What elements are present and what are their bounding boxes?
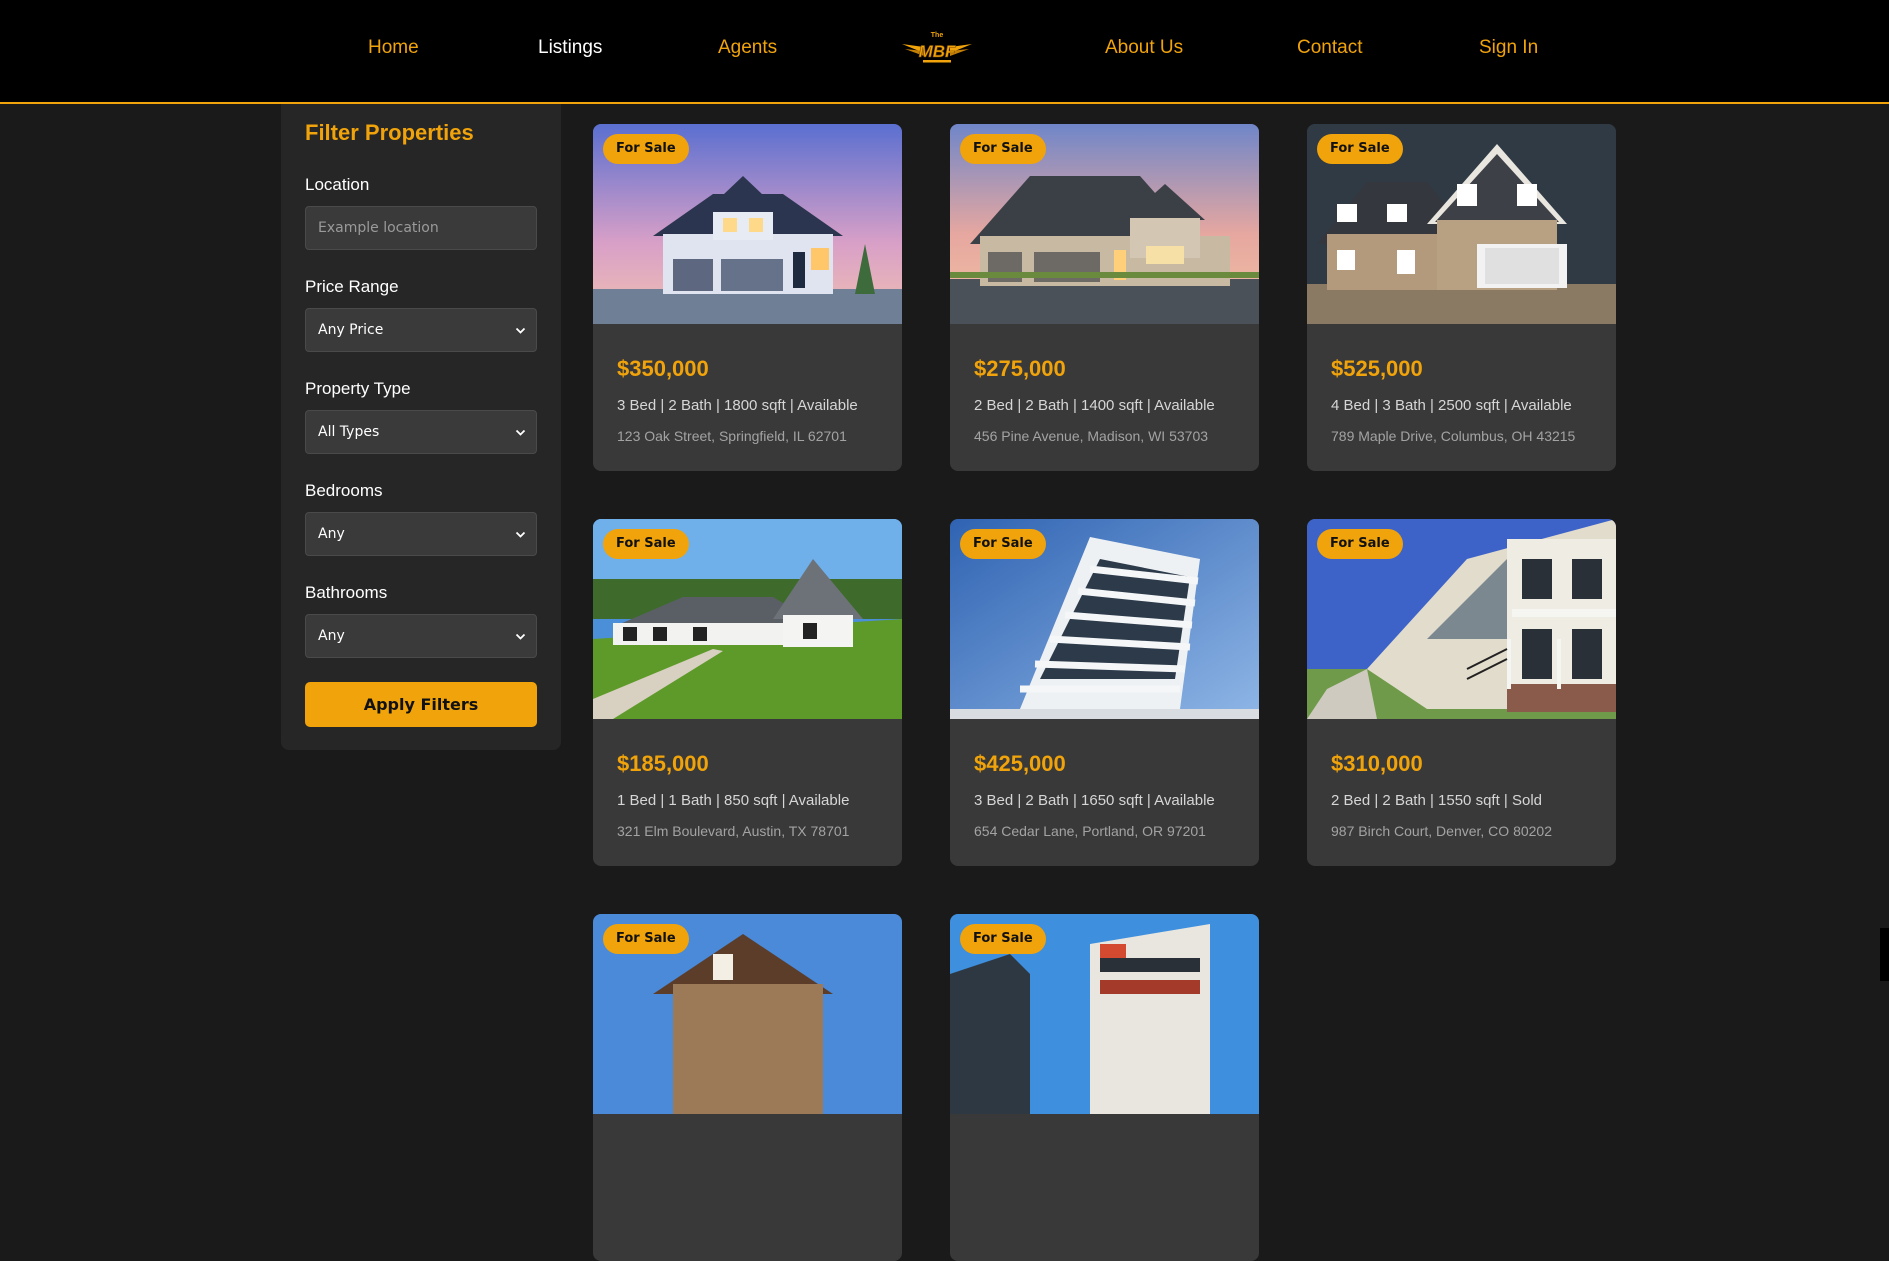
listing-details: 4 Bed | 3 Bath | 2500 sqft | Available [1331, 397, 1572, 414]
listing-address: 456 Pine Avenue, Madison, WI 53703 [974, 428, 1209, 444]
chevron-down-icon [515, 327, 526, 334]
location-input[interactable] [305, 206, 537, 250]
sale-status-badge: For Sale [603, 529, 689, 559]
listing-card[interactable]: For Sale [950, 914, 1259, 1261]
listing-address: 654 Cedar Lane, Portland, OR 97201 [974, 823, 1206, 839]
listing-price: $185,000 [617, 751, 709, 776]
apply-filters-button[interactable]: Apply Filters [305, 682, 537, 727]
nav-link-sign-in[interactable]: Sign In [1479, 37, 1538, 59]
filter-sidebar: Filter Properties Location Price Range A… [281, 104, 561, 750]
price-range-value: Any Price [318, 322, 384, 338]
chevron-down-icon [515, 429, 526, 436]
top-navigation-bar: Home Listings Agents The MBF About Us Co… [0, 0, 1889, 104]
bathrooms-select[interactable]: Any [305, 614, 537, 658]
nav-link-agents[interactable]: Agents [718, 37, 777, 59]
sale-status-badge: For Sale [1317, 134, 1403, 164]
listing-card[interactable]: For Sale $275,000 2 Bed | 2 Bath | 1400 … [950, 124, 1259, 471]
nav-link-contact[interactable]: Contact [1297, 37, 1362, 59]
listing-address: 321 Elm Boulevard, Austin, TX 78701 [617, 823, 850, 839]
chevron-down-icon [515, 531, 526, 538]
listing-details: 3 Bed | 2 Bath | 1650 sqft | Available [974, 792, 1215, 809]
listing-details: 2 Bed | 2 Bath | 1400 sqft | Available [974, 397, 1215, 414]
listing-card[interactable]: For Sale $525,000 4 Bed | 3 Bath | 2500 … [1307, 124, 1616, 471]
listing-price: $275,000 [974, 356, 1066, 381]
bathrooms-value: Any [318, 628, 345, 644]
sale-status-badge: For Sale [603, 134, 689, 164]
listing-details: 3 Bed | 2 Bath | 1800 sqft | Available [617, 397, 858, 414]
location-label: Location [305, 175, 370, 194]
nav-link-about-us[interactable]: About Us [1105, 37, 1183, 59]
listing-card[interactable]: For Sale $185,000 1 Bed | 1 Bath | 850 s… [593, 519, 902, 866]
svg-text:MBF: MBF [919, 42, 956, 61]
sale-status-badge: For Sale [1317, 529, 1403, 559]
listing-details: 2 Bed | 2 Bath | 1550 sqft | Sold [1331, 792, 1542, 809]
listing-address: 789 Maple Drive, Columbus, OH 43215 [1331, 428, 1576, 444]
svg-text:The: The [931, 32, 944, 39]
chevron-down-icon [515, 633, 526, 640]
listing-card[interactable]: For Sale $350,000 3 Bed | 2 Bath | 1800 … [593, 124, 902, 471]
sale-status-badge: For Sale [603, 924, 689, 954]
listing-card[interactable]: For Sale $425,000 3 Bed | 2 Bath | 1650 … [950, 519, 1259, 866]
bedrooms-value: Any [318, 526, 345, 542]
price-range-select[interactable]: Any Price [305, 308, 537, 352]
listing-address: 987 Birch Court, Denver, CO 80202 [1331, 823, 1553, 839]
brand-logo[interactable]: The MBF [900, 28, 974, 68]
price-range-label: Price Range [305, 277, 399, 296]
property-type-value: All Types [318, 424, 380, 440]
filter-title: Filter Properties [305, 120, 474, 145]
listing-price: $525,000 [1331, 356, 1423, 381]
sale-status-badge: For Sale [960, 134, 1046, 164]
listing-price: $425,000 [974, 751, 1066, 776]
mbf-logo-icon: The MBF [902, 32, 972, 63]
bedrooms-select[interactable]: Any [305, 512, 537, 556]
nav-link-listings[interactable]: Listings [538, 37, 602, 59]
listing-details: 1 Bed | 1 Bath | 850 sqft | Available [617, 792, 850, 809]
bedrooms-label: Bedrooms [305, 481, 383, 500]
listing-address: 123 Oak Street, Springfield, IL 62701 [617, 428, 847, 444]
listing-price: $310,000 [1331, 751, 1423, 776]
sale-status-badge: For Sale [960, 924, 1046, 954]
nav-link-home[interactable]: Home [368, 37, 419, 59]
listing-card[interactable]: For Sale [593, 914, 902, 1261]
property-type-select[interactable]: All Types [305, 410, 537, 454]
listing-card[interactable]: For Sale $310,000 2 Bed | 2 Bath | 1550 … [1307, 519, 1616, 866]
sale-status-badge: For Sale [960, 529, 1046, 559]
property-type-label: Property Type [305, 379, 411, 398]
floating-edge-widget[interactable] [1880, 928, 1889, 981]
listing-price: $350,000 [617, 356, 709, 381]
bathrooms-label: Bathrooms [305, 583, 388, 602]
